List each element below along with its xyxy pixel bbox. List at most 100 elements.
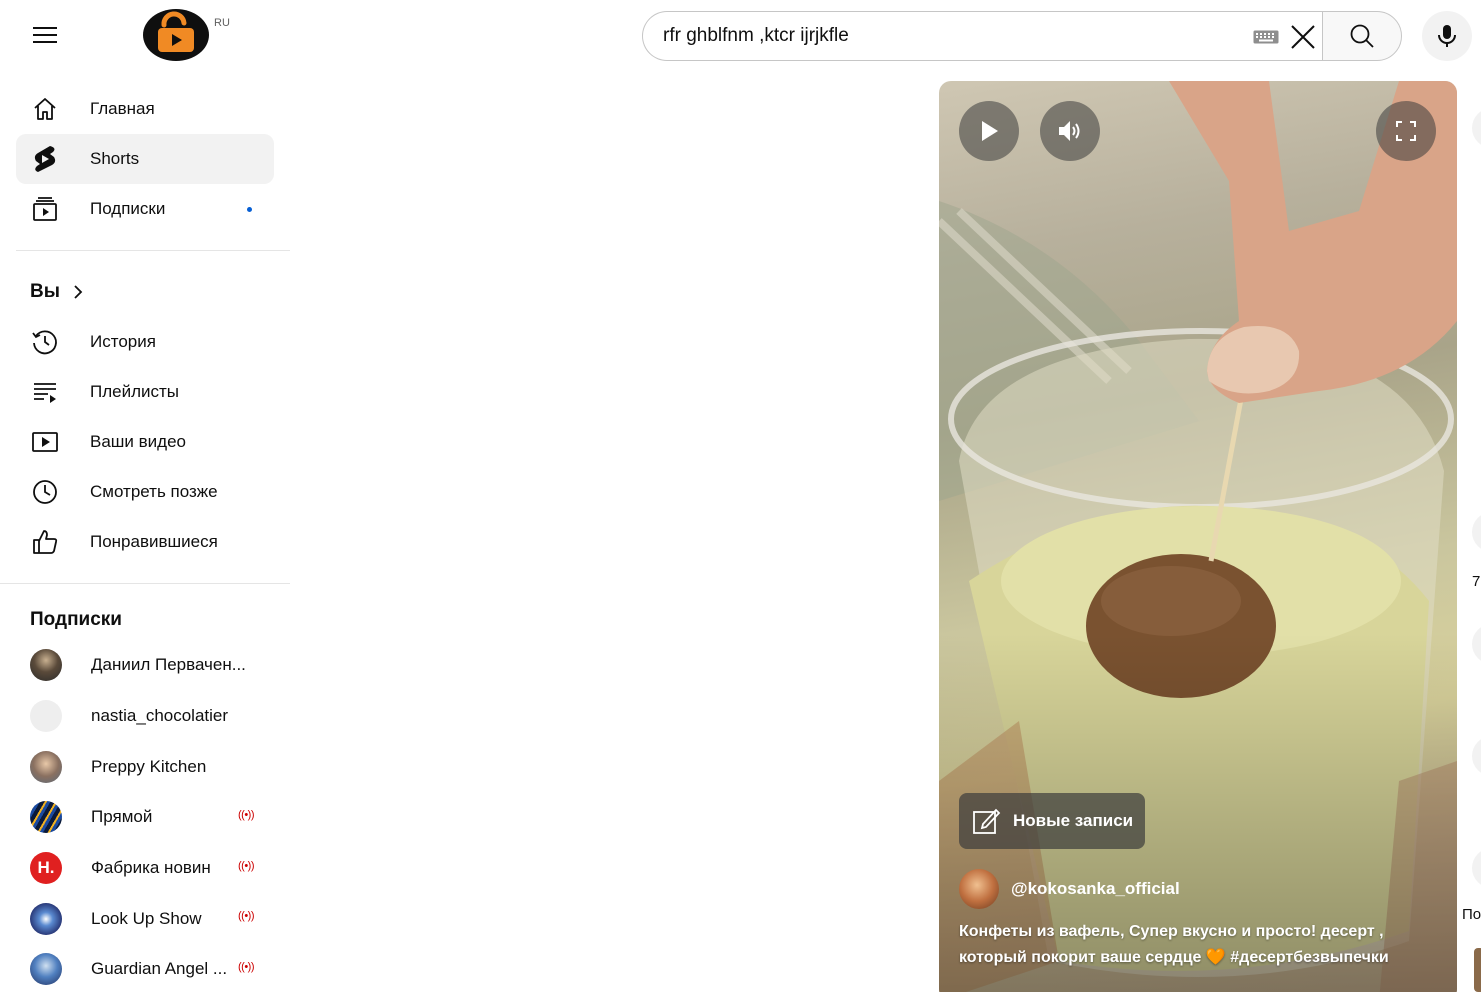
sidebar-item-label: Понравившиеся	[90, 532, 218, 551]
channel-avatar	[30, 902, 62, 935]
new-content-dot	[247, 207, 252, 212]
sidebar-item-label: Shorts	[90, 149, 140, 168]
clear-search-icon[interactable]	[1289, 23, 1317, 51]
shorts-video-player[interactable]: Новые записи @kokosanka_official Конфеты…	[939, 81, 1457, 992]
subscription-item[interactable]: H. Фабрика новин ((•))	[16, 843, 274, 894]
keyboard-icon[interactable]	[1253, 30, 1279, 44]
search-button[interactable]	[1322, 11, 1402, 61]
channel-name: Даниил Первачен...	[91, 655, 246, 675]
your-videos-icon	[30, 427, 60, 457]
play-icon	[982, 121, 998, 141]
sidebar-item-label: Плейлисты	[90, 382, 180, 401]
home-icon	[30, 94, 60, 124]
channel-avatar	[30, 649, 62, 682]
live-icon: ((•))	[238, 961, 255, 974]
search-bar: rfr ghblfnm ,ktcr ijrjkfle	[642, 11, 1402, 61]
divider	[16, 250, 290, 251]
shorts-icon	[30, 144, 60, 174]
subscription-item[interactable]: nastia_chocolatier	[16, 691, 274, 742]
video-frame	[939, 81, 1457, 992]
playlists-icon	[30, 377, 60, 407]
channel-avatar	[30, 801, 62, 834]
channel-avatar	[30, 750, 62, 783]
sidebar-item-your-videos[interactable]: Ваши видео	[16, 417, 274, 467]
channel-handle: @kokosanka_official	[1011, 879, 1180, 898]
sidebar-item-liked[interactable]: Понравившиеся	[16, 517, 274, 567]
menu-button[interactable]	[22, 14, 68, 56]
chevron-right-icon	[74, 285, 83, 299]
subscription-item[interactable]: Guardian Angel ... ((•))	[16, 944, 274, 992]
channel-name: Look Up Show	[91, 908, 202, 928]
you-section-link[interactable]: Вы	[16, 267, 274, 317]
fullscreen-button[interactable]	[1376, 101, 1436, 161]
you-label: Вы	[30, 281, 60, 302]
sidebar-item-playlists[interactable]: Плейлисты	[16, 367, 274, 417]
sidebar-item-shorts[interactable]: Shorts	[16, 134, 274, 184]
live-icon: ((•))	[238, 859, 255, 872]
sidebar-item-label: История	[90, 332, 156, 351]
side-action-button[interactable]	[1472, 108, 1481, 148]
hamburger-icon	[33, 27, 57, 43]
channel-name: Guardian Angel ...	[91, 959, 228, 979]
comments-button[interactable]	[1472, 736, 1481, 776]
sidebar-item-watch-later[interactable]: Смотреть позже	[16, 467, 274, 517]
logo[interactable]	[142, 8, 210, 62]
share-button[interactable]	[1472, 848, 1481, 888]
new-posts-label: Новые записи	[1013, 811, 1134, 830]
logo-region: RU	[214, 17, 230, 29]
sidebar-item-label: Ваши видео	[90, 432, 187, 451]
sidebar-item-history[interactable]: История	[16, 317, 274, 367]
microphone-icon	[1438, 25, 1456, 47]
orange-heart-emoji: 🧡	[1205, 949, 1226, 966]
sidebar-item-subscriptions[interactable]: Подписки	[16, 184, 274, 234]
fullscreen-icon	[1396, 121, 1416, 141]
sidebar-item-label: Смотреть позже	[90, 482, 218, 501]
subscriptions-icon	[30, 194, 60, 224]
hashtag-link[interactable]: #десертбезвыпечки	[1230, 949, 1388, 966]
unlock-logo-icon	[143, 9, 209, 61]
description-text: который покорит ваше сердце	[959, 949, 1202, 966]
description-line: Конфеты из вафель, Супер вкусно и просто…	[959, 923, 1384, 940]
divider	[0, 583, 290, 584]
subscription-item[interactable]: Прямой ((•))	[16, 792, 274, 843]
search-icon	[1350, 24, 1374, 48]
channel-name: Фабрика новин	[91, 858, 211, 878]
subscriptions-section-title: Подписки	[30, 609, 122, 630]
new-posts-button[interactable]: Новые записи	[959, 793, 1146, 849]
play-button[interactable]	[959, 101, 1019, 161]
sidebar-item-home[interactable]: Главная	[16, 84, 274, 134]
volume-icon	[1059, 121, 1080, 141]
sidebar: Главная Shorts Подписки Вы История Плейл…	[0, 84, 290, 992]
live-icon: ((•))	[238, 809, 255, 822]
search-input[interactable]: rfr ghblfnm ,ktcr ijrjkfle	[642, 11, 1322, 61]
channel-link[interactable]: @kokosanka_official	[959, 869, 1180, 909]
subscription-item[interactable]: Даниил Первачен...	[16, 640, 274, 691]
channel-avatar	[30, 700, 62, 733]
channel-avatar: H.	[30, 852, 62, 885]
subscription-item[interactable]: Preppy Kitchen	[16, 741, 274, 792]
subscription-item[interactable]: Look Up Show ((•))	[16, 893, 274, 944]
liked-icon	[30, 527, 60, 557]
sidebar-item-label: Главная	[90, 99, 155, 118]
video-description: Конфеты из вафель, Супер вкусно и просто…	[959, 919, 1429, 971]
youtube-shorts-page: RU rfr ghblfnm ,ktcr ijrjkfle Главная Sh…	[0, 0, 1481, 992]
channel-name: nastia_chocolatier	[91, 706, 229, 726]
like-button[interactable]	[1472, 512, 1481, 552]
channel-avatar	[959, 869, 999, 909]
voice-search-button[interactable]	[1422, 11, 1472, 61]
history-icon	[30, 327, 60, 357]
search-input-value[interactable]: rfr ghblfnm ,ktcr ijrjkfle	[663, 25, 849, 47]
channel-name: Прямой	[91, 807, 153, 827]
live-icon: ((•))	[238, 910, 255, 923]
sound-thumbnail[interactable]	[1474, 948, 1481, 992]
mute-button[interactable]	[1040, 101, 1100, 161]
channel-avatar	[30, 953, 62, 986]
dislike-button[interactable]	[1472, 624, 1481, 664]
edit-post-icon	[973, 808, 1001, 834]
share-label: По	[1462, 906, 1481, 923]
like-count: 7	[1472, 573, 1481, 590]
sidebar-item-label: Подписки	[90, 199, 166, 218]
description-line-2: который покорит ваше сердце 🧡 #десертбез…	[959, 945, 1429, 971]
watch-later-icon	[30, 477, 60, 507]
channel-name: Preppy Kitchen	[91, 756, 207, 776]
